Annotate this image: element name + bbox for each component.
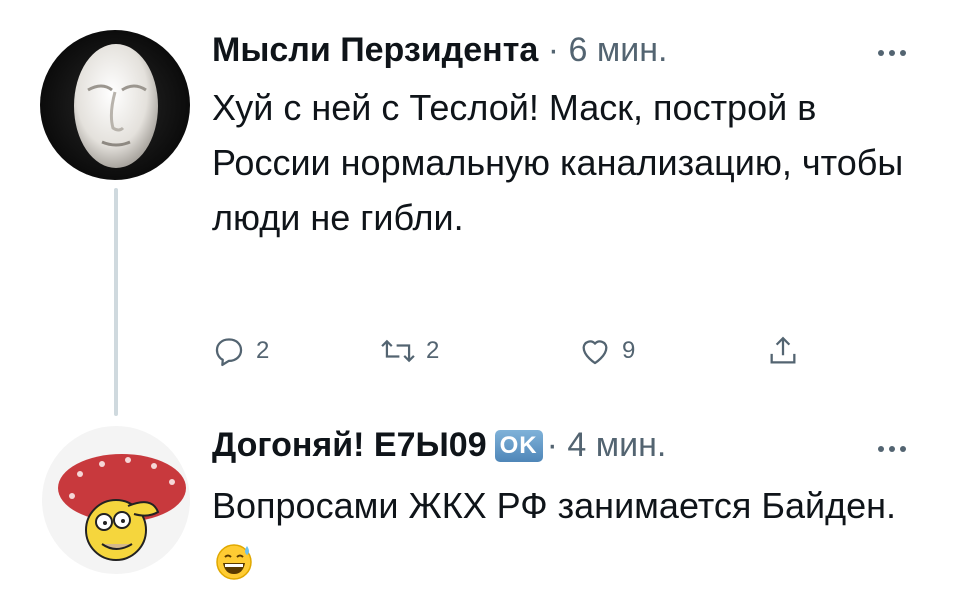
avatar-tweet-1[interactable] xyxy=(40,30,190,180)
more-dots-icon[interactable] xyxy=(878,50,906,56)
ok-badge-icon: OK xyxy=(494,430,543,462)
reply-button[interactable]: 2 xyxy=(212,330,269,372)
tweet-2-text: Вопросами ЖКХ РФ занимается Байден. xyxy=(212,478,912,596)
retweet-count: 2 xyxy=(426,337,440,364)
share-button[interactable] xyxy=(766,330,800,372)
more-dots-icon[interactable] xyxy=(878,446,906,452)
author-name[interactable]: Мысли Перзидента xyxy=(212,31,538,69)
reply-icon xyxy=(215,338,243,367)
timestamp[interactable]: 6 мин. xyxy=(569,31,668,69)
like-icon xyxy=(582,340,608,365)
grinning-sweat-emoji-icon xyxy=(214,541,254,596)
thread-connector-line xyxy=(114,188,118,416)
tweet-1-actions: 2 2 9 xyxy=(212,330,832,372)
share-icon xyxy=(770,336,796,364)
like-count: 9 xyxy=(622,337,636,364)
retweet-button[interactable]: 2 xyxy=(380,330,439,372)
retweet-icon xyxy=(381,339,415,363)
timestamp[interactable]: 4 мин. xyxy=(567,426,666,464)
tweet-2[interactable]: Догоняй! Е7Ы09 OK · 4 мин. Вопросами ЖКХ Р… xyxy=(0,420,960,602)
cartoon-avatar-image xyxy=(42,426,190,574)
tweet-2-header: Догоняй! Е7Ы09 OK · 4 мин. xyxy=(212,425,666,465)
header-separator: · xyxy=(546,426,558,464)
reply-count: 2 xyxy=(256,337,270,364)
avatar-tweet-2[interactable] xyxy=(42,426,190,574)
author-name[interactable]: Догоняй! Е7Ы09 xyxy=(212,426,487,464)
tweet-2-text-content: Вопросами ЖКХ РФ занимается Байден. xyxy=(212,485,897,526)
header-separator: · xyxy=(547,31,560,69)
tweet-1-text: Хуй с ней с Теслой! Маск, построй в Росс… xyxy=(212,87,904,238)
tweet-1-header: Мысли Перзидента · 6 мин. xyxy=(212,30,667,70)
tweet-1[interactable]: Мысли Перзидента · 6 мин. Хуй с ней с Те… xyxy=(0,0,960,420)
like-button[interactable]: 9 xyxy=(578,330,635,372)
death-mask-avatar-image xyxy=(40,30,190,180)
